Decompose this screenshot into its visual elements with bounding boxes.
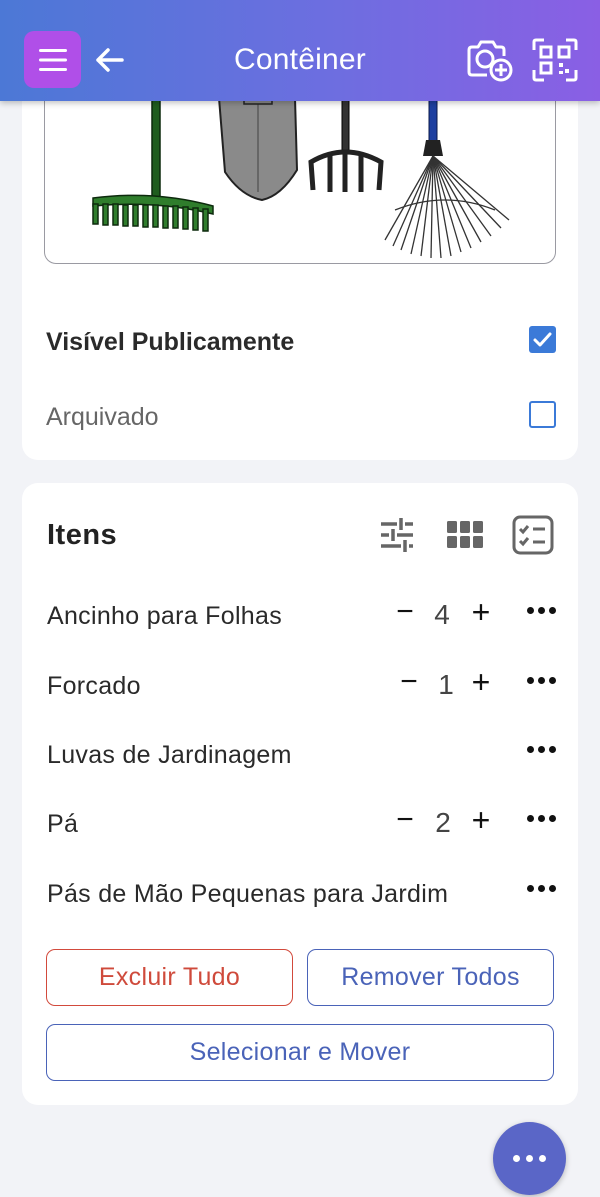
archived-label: Arquivado xyxy=(46,403,159,431)
remove-all-button[interactable]: Remover Todos xyxy=(307,949,554,1006)
more-options-icon[interactable] xyxy=(527,744,557,756)
garden-tools-illustration xyxy=(92,80,510,259)
decrement-button[interactable]: − xyxy=(394,667,424,697)
qr-scan-button[interactable] xyxy=(532,38,578,82)
visible-publicly-label: Visível Publicamente xyxy=(46,328,295,356)
more-actions-fab[interactable] xyxy=(493,1122,566,1195)
container-card: Visível Publicamente Arquivado xyxy=(22,80,578,460)
dot-icon xyxy=(526,1155,533,1162)
checkmark-icon xyxy=(533,332,552,347)
more-options-icon[interactable] xyxy=(527,813,557,825)
archived-checkbox[interactable] xyxy=(529,401,556,428)
add-photo-button[interactable] xyxy=(465,38,513,82)
item-name: Luvas de Jardinagem xyxy=(47,741,292,769)
select-and-move-button[interactable]: Selecionar e Mover xyxy=(46,1024,554,1081)
filter-sliders-icon[interactable] xyxy=(377,515,417,555)
item-name: Pá xyxy=(47,810,79,838)
item-quantity: 1 xyxy=(438,669,454,700)
list-item[interactable]: Ancinho para Folhas − 4 + xyxy=(47,593,557,637)
item-quantity: 2 xyxy=(435,807,451,838)
item-name: Pás de Mão Pequenas para Jardim xyxy=(47,880,449,908)
items-card: Itens Ancinho para Folhas − 4 + Forcado … xyxy=(22,483,578,1105)
grid-view-icon[interactable] xyxy=(445,515,485,555)
checklist-icon[interactable] xyxy=(512,515,554,555)
more-options-icon[interactable] xyxy=(527,883,557,895)
items-title: Itens xyxy=(47,519,118,551)
decrement-button[interactable]: − xyxy=(390,597,420,627)
visible-publicly-checkbox[interactable] xyxy=(529,326,556,353)
container-image[interactable] xyxy=(44,80,556,264)
delete-all-button[interactable]: Excluir Tudo xyxy=(46,949,293,1006)
dot-icon xyxy=(539,1155,546,1162)
visible-publicly-row: Visível Publicamente xyxy=(46,320,556,360)
qr-scan-icon xyxy=(532,38,578,82)
archived-row: Arquivado xyxy=(46,395,556,435)
list-item[interactable]: Luvas de Jardinagem xyxy=(47,732,557,776)
item-quantity: 4 xyxy=(434,599,450,630)
item-name: Ancinho para Folhas xyxy=(47,602,283,630)
decrement-button[interactable]: − xyxy=(390,805,420,835)
increment-button[interactable]: + xyxy=(466,596,496,628)
app-bar: Contêiner xyxy=(0,0,600,101)
list-item[interactable]: Pás de Mão Pequenas para Jardim xyxy=(47,871,557,915)
increment-button[interactable]: + xyxy=(466,804,496,836)
more-options-icon[interactable] xyxy=(527,675,557,687)
add-photo-icon xyxy=(467,40,513,82)
increment-button[interactable]: + xyxy=(466,666,496,698)
item-name: Forcado xyxy=(47,672,141,700)
more-options-icon[interactable] xyxy=(527,605,557,617)
list-item[interactable]: Pá − 2 + xyxy=(47,801,557,845)
list-item[interactable]: Forcado − 1 + xyxy=(47,663,557,707)
dot-icon xyxy=(513,1155,520,1162)
